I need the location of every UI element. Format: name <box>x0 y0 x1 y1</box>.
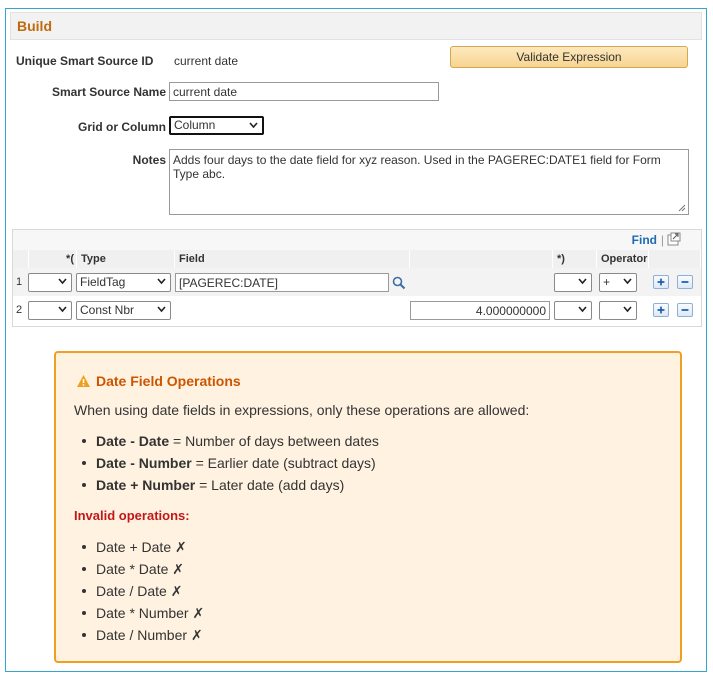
type-select[interactable]: Const Nbr <box>76 301 171 320</box>
notes-textarea[interactable]: Adds four days to the date field for xyz… <box>169 149 689 215</box>
build-panel: Build Unique Smart Source ID current dat… <box>5 8 707 672</box>
cross-icon: ✗ <box>175 539 187 555</box>
col-header-type: Type <box>77 250 175 268</box>
list-item: Date * Number ✗ <box>74 603 204 625</box>
row-number: 2 <box>16 304 23 316</box>
minus-icon[interactable] <box>677 303 693 317</box>
cross-icon: ✗ <box>192 605 205 621</box>
plus-icon[interactable] <box>653 303 669 317</box>
col-header-close-paren: *) <box>553 250 597 268</box>
chevron-down-icon <box>623 278 632 285</box>
chevron-down-icon <box>58 306 67 313</box>
smart-source-name-input[interactable]: current date <box>169 82 439 101</box>
operation-name: Date * Number <box>96 605 189 621</box>
invalid-operations-list: Date + Date ✗ Date * Date ✗ Date / Date … <box>74 537 204 647</box>
col-header-rownum <box>13 250 29 268</box>
operator-select[interactable] <box>599 301 637 320</box>
list-item: Date / Date ✗ <box>74 581 204 603</box>
col-header-actions <box>649 250 701 268</box>
name-label: Smart Source Name <box>51 85 166 99</box>
cross-icon: ✗ <box>190 627 203 643</box>
open-paren-select[interactable] <box>28 301 72 320</box>
list-item: Date * Date ✗ <box>74 559 204 581</box>
magnifier-icon[interactable] <box>392 276 406 290</box>
list-item: Date + Date ✗ <box>74 537 204 559</box>
chevron-down-icon <box>578 278 587 285</box>
close-paren-select[interactable] <box>554 301 592 320</box>
operation-name: Date - Number <box>96 455 192 471</box>
grid-or-column-label: Grid or Column <box>78 120 166 134</box>
list-item: Date - Date = Number of days between dat… <box>74 431 379 453</box>
chevron-down-icon <box>157 306 166 313</box>
type-value: Const Nbr <box>80 303 135 317</box>
chevron-down-icon <box>578 306 587 313</box>
list-item: Date / Number ✗ <box>74 625 204 647</box>
operation-name: Date * Date <box>96 561 169 577</box>
toolbar-separator: | <box>660 233 664 247</box>
grid-or-column-value: Column <box>174 118 216 132</box>
chevron-down-icon <box>58 278 67 285</box>
type-select[interactable]: FieldTag <box>76 273 171 292</box>
grid-or-column-select[interactable]: Column <box>169 116 264 135</box>
list-item: Date + Number = Later date (add days) <box>74 475 379 497</box>
operation-name: Date - Date <box>96 433 170 449</box>
constant-input[interactable]: 4.000000000 <box>410 301 550 320</box>
list-item: Date - Number = Earlier date (subtract d… <box>74 453 379 475</box>
operator-select[interactable]: + <box>599 273 637 292</box>
operation-name: Date + Date <box>96 539 172 555</box>
operation-name: Date + Number <box>96 477 196 493</box>
find-link[interactable]: Find <box>632 233 657 247</box>
expand-window-icon[interactable] <box>667 232 681 246</box>
chevron-down-icon <box>249 122 258 129</box>
operation-name: Date / Date <box>96 583 167 599</box>
operation-desc: = Earlier date (subtract days) <box>191 455 376 471</box>
operation-desc: = Number of days between dates <box>169 433 379 449</box>
col-header-field: Field <box>175 250 410 268</box>
col-header-constant <box>410 250 553 268</box>
open-paren-select[interactable] <box>28 273 72 292</box>
unique-id-value: current date <box>174 54 239 68</box>
section-header: Build <box>10 12 702 40</box>
date-operations-warning: Date Field Operations When using date fi… <box>54 351 682 663</box>
type-value: FieldTag <box>80 275 126 289</box>
operation-desc: = Later date (add days) <box>195 477 345 493</box>
minus-icon[interactable] <box>677 275 693 289</box>
cross-icon: ✗ <box>172 561 184 577</box>
expression-grid: Find | *( Type Field *) Operator 1 Field… <box>12 229 702 327</box>
warning-intro: When using date fields in expressions, o… <box>74 402 530 418</box>
col-header-operator: Operator <box>597 250 649 268</box>
plus-icon[interactable] <box>653 275 669 289</box>
cross-icon: ✗ <box>170 583 183 599</box>
allowed-operations-list: Date - Date = Number of days between dat… <box>74 431 379 497</box>
col-header-open-paren: *( <box>29 250 77 268</box>
operation-name: Date / Number <box>96 627 188 643</box>
field-input[interactable]: [PAGEREC:DATE] <box>175 273 389 292</box>
invalid-operations-title: Invalid operations: <box>74 508 190 523</box>
operator-value: + <box>603 275 611 289</box>
row-number: 1 <box>16 276 23 288</box>
resize-handle-icon[interactable] <box>678 204 686 212</box>
warning-triangle-icon <box>77 375 90 387</box>
grid-toolbar <box>13 230 701 250</box>
chevron-down-icon <box>623 306 632 313</box>
notes-label: Notes <box>132 153 166 167</box>
notes-text: Adds four days to the date field for xyz… <box>173 153 661 181</box>
warning-title: Date Field Operations <box>96 373 241 389</box>
validate-expression-button[interactable]: Validate Expression <box>450 46 688 68</box>
close-paren-select[interactable] <box>554 273 592 292</box>
unique-id-label: Unique Smart Source ID <box>16 54 154 68</box>
chevron-down-icon <box>157 278 166 285</box>
